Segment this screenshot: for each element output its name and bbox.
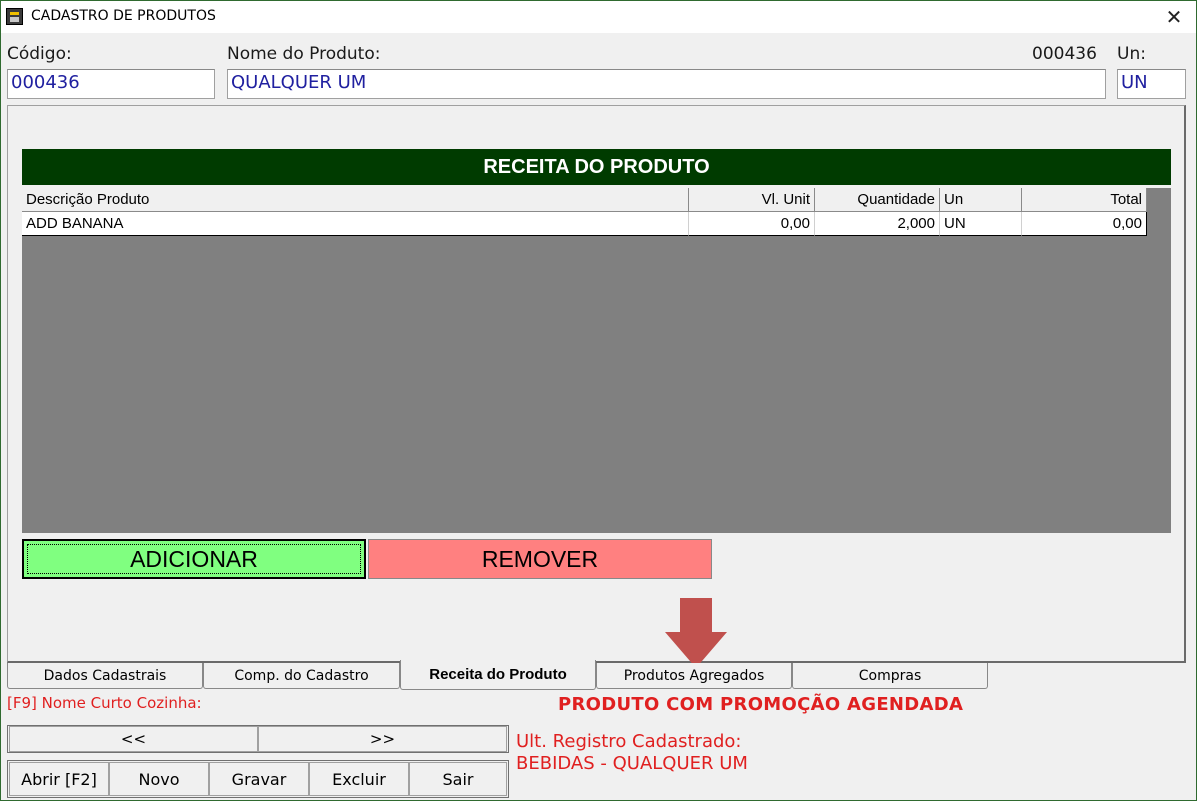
nome-produto-field[interactable]: QUALQUER UM <box>227 69 1106 99</box>
next-button[interactable]: >> <box>258 726 507 752</box>
excluir-button[interactable]: Excluir <box>309 762 409 796</box>
ult-registro-value: BEBIDAS - QUALQUER UM <box>516 753 748 774</box>
close-icon[interactable]: ✕ <box>1166 5 1183 29</box>
down-arrow-icon <box>665 598 727 668</box>
record-code: 000436 <box>1032 44 1097 64</box>
tab-receita-produto[interactable]: Receita do Produto <box>400 660 596 690</box>
sair-button[interactable]: Sair <box>409 762 507 796</box>
column-header-descricao[interactable]: Descrição Produto <box>22 188 689 212</box>
column-header-vl-unit[interactable]: Vl. Unit <box>689 188 815 212</box>
column-header-quantidade[interactable]: Quantidade <box>815 188 940 212</box>
table-cell-descricao[interactable]: ADD BANANA <box>22 212 689 236</box>
recipe-header: RECEITA DO PRODUTO <box>22 149 1171 185</box>
column-header-total[interactable]: Total <box>1022 188 1147 212</box>
un-field[interactable]: UN <box>1117 69 1186 99</box>
nome-produto-label: Nome do Produto: <box>227 44 381 64</box>
table-cell-quantidade[interactable]: 2,000 <box>815 212 940 236</box>
tab-dados-cadastrais[interactable]: Dados Cadastrais <box>7 663 203 689</box>
tab-comp-cadastro[interactable]: Comp. do Cadastro <box>203 663 400 689</box>
window-title: CADASTRO DE PRODUTOS <box>31 8 216 24</box>
promo-alert: PRODUTO COM PROMOÇÃO AGENDADA <box>558 694 964 715</box>
codigo-field[interactable]: 000436 <box>7 69 215 99</box>
codigo-label: Código: <box>7 44 72 64</box>
novo-button[interactable]: Novo <box>109 762 209 796</box>
recipe-grid[interactable]: Descrição Produto Vl. Unit Quantidade Un… <box>22 188 1171 533</box>
remover-button[interactable]: REMOVER <box>368 539 712 579</box>
adicionar-button[interactable]: ADICIONAR <box>22 539 366 579</box>
tab-produtos-agregados[interactable]: Produtos Agregados <box>596 663 792 689</box>
close-button[interactable]: ✕ <box>1152 1 1196 32</box>
abrir-button[interactable]: Abrir [F2] <box>9 762 109 796</box>
un-label: Un: <box>1117 44 1146 64</box>
table-cell-total[interactable]: 0,00 <box>1022 212 1147 236</box>
column-header-un[interactable]: Un <box>940 188 1022 212</box>
f9-nome-curto-label: [F9] Nome Curto Cozinha: <box>7 694 202 712</box>
ult-registro-label: Ult. Registro Cadastrado: <box>516 731 742 752</box>
table-cell-vl-unit[interactable]: 0,00 <box>689 212 815 236</box>
table-cell-un[interactable]: UN <box>940 212 1022 236</box>
tab-compras[interactable]: Compras <box>792 663 988 689</box>
gravar-button[interactable]: Gravar <box>209 762 309 796</box>
app-icon <box>6 8 23 25</box>
previous-button[interactable]: << <box>9 726 258 752</box>
